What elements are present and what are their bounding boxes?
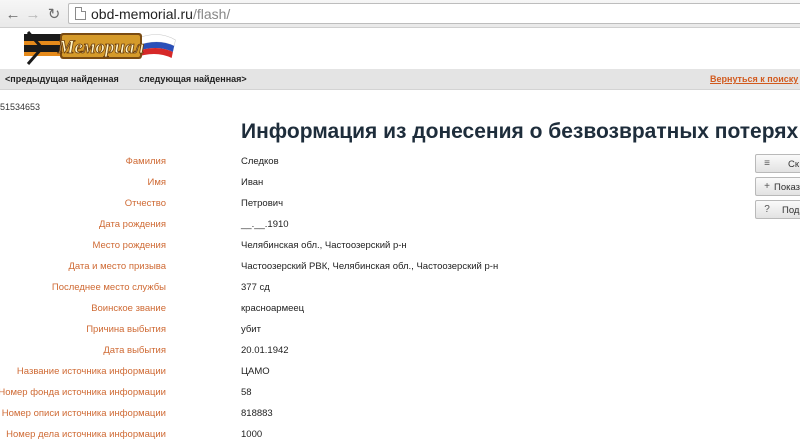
- field-value: 1000: [241, 429, 263, 440]
- field-row-birth-place: Место рождения Челябинская обл., Частооз…: [0, 240, 740, 254]
- browser-toolbar: ← → ↻ obd-memorial.ru/flash/: [0, 0, 800, 28]
- field-label: Имя: [147, 177, 166, 188]
- field-value: Частоозерский РВК, Челябинская обл., Час…: [241, 261, 499, 272]
- field-value: красноармеец: [241, 303, 305, 314]
- field-value: Следков: [241, 156, 279, 167]
- field-value: 58: [241, 387, 252, 398]
- field-row-loss-reason: Причина выбытия убит: [0, 324, 740, 338]
- field-row-conscription: Дата и место призыва Частоозерский РВК, …: [0, 261, 740, 275]
- list-button[interactable]: ≡ Ск: [755, 154, 800, 173]
- field-label: Причина выбытия: [86, 324, 166, 335]
- field-label: Номер фонда источника информации: [0, 387, 166, 398]
- back-arrow-icon[interactable]: ←: [4, 5, 22, 23]
- result-navigation: <предыдущая найденная следующая найденна…: [0, 69, 800, 90]
- field-label: Дата рождения: [98, 219, 166, 230]
- help-icon: ?: [764, 204, 770, 215]
- page-title: Информация из донесения о безвозвратных …: [241, 120, 799, 143]
- field-row-surname: Фамилия Следков: [0, 156, 740, 170]
- list-button-label: Ск: [788, 159, 800, 170]
- field-label: Место рождения: [92, 240, 166, 251]
- address-bar[interactable]: obd-memorial.ru/flash/: [68, 3, 800, 24]
- field-row-birth-date: Дата рождения __.__.1910: [0, 219, 740, 233]
- show-button-label: Показ: [774, 182, 800, 193]
- memorial-logo[interactable]: Мемориал: [22, 28, 180, 66]
- prev-result-link[interactable]: <предыдущая найденная: [5, 74, 119, 84]
- logo-text: Мемориал: [57, 37, 145, 58]
- plus-icon: +: [764, 181, 770, 192]
- help-button-label: Под: [782, 205, 800, 216]
- field-row-delo-number: Номер дела источника информации 1000: [0, 429, 740, 443]
- field-label: Последнее место службы: [51, 282, 166, 293]
- field-label: Фамилия: [125, 156, 166, 167]
- reload-icon[interactable]: ↻: [45, 5, 63, 23]
- field-row-rank: Воинское звание красноармеец: [0, 303, 740, 317]
- field-row-fond-number: Номер фонда источника информации 58: [0, 387, 740, 401]
- field-value: 20.01.1942: [241, 345, 289, 356]
- field-label: Отчество: [124, 198, 166, 209]
- page-icon: [75, 7, 86, 20]
- forward-arrow-icon[interactable]: →: [24, 5, 42, 23]
- field-value: Иван: [241, 177, 264, 188]
- field-row-opis-number: Номер описи источника информации 818883: [0, 408, 740, 422]
- field-label: Название источника информации: [16, 366, 166, 377]
- list-icon: ≡: [764, 158, 770, 169]
- field-value: Челябинская обл., Частоозерский р-н: [241, 240, 407, 251]
- field-row-loss-date: Дата выбытия 20.01.1942: [0, 345, 740, 359]
- field-label: Дата и место призыва: [68, 261, 167, 272]
- field-value: __.__.1910: [241, 219, 289, 230]
- field-label: Номер описи источника информации: [1, 408, 166, 419]
- next-result-link[interactable]: следующая найденная>: [139, 74, 247, 84]
- back-to-search-link[interactable]: Вернуться к поиску: [710, 74, 798, 84]
- field-value: Петрович: [241, 198, 284, 209]
- field-value: убит: [241, 324, 261, 335]
- field-label: Номер дела источника информации: [6, 429, 166, 440]
- show-button[interactable]: + Показ: [755, 177, 800, 196]
- field-row-first-name: Имя Иван: [0, 177, 740, 191]
- field-label: Воинское звание: [91, 303, 166, 314]
- field-value: 377 сд: [241, 282, 270, 293]
- url-text: obd-memorial.ru/flash/: [91, 6, 231, 22]
- help-button[interactable]: ? Под: [755, 200, 800, 219]
- record-id: 51534653: [0, 102, 41, 112]
- field-row-last-service: Последнее место службы 377 сд: [0, 282, 740, 296]
- field-row-source-name: Название источника информации ЦАМО: [0, 366, 740, 380]
- field-row-patronymic: Отчество Петрович: [0, 198, 740, 212]
- field-value: ЦАМО: [241, 366, 270, 377]
- field-label: Дата выбытия: [103, 345, 166, 356]
- field-value: 818883: [241, 408, 273, 419]
